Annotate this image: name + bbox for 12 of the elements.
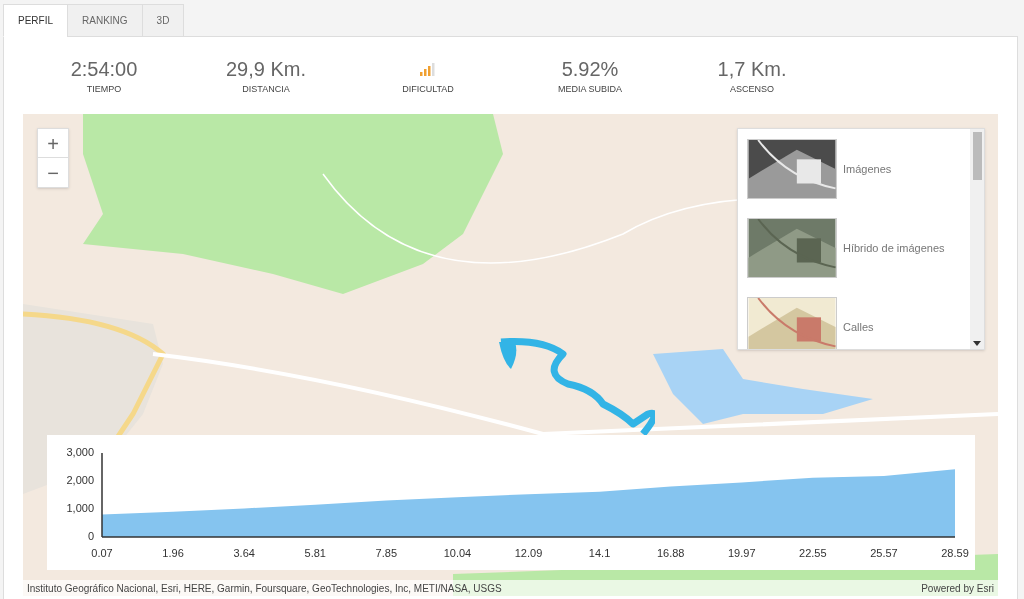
stat-value: 1,7 Km. <box>717 57 787 82</box>
stat-label: DISTANCIA <box>242 83 290 96</box>
tab[interactable]: 3D <box>141 4 185 37</box>
stat-label: DIFICULTAD <box>402 83 454 96</box>
stat-value: 5.92% <box>561 57 619 82</box>
stat-label: MEDIA SUBIDA <box>558 83 622 96</box>
stat-label: TIEMPO <box>86 83 122 96</box>
stat-label: ASCENSO <box>730 83 774 96</box>
stat-value: 2:54:00 <box>70 57 138 82</box>
tab[interactable]: PERFIL <box>3 4 68 37</box>
stat-value: 29,9 Km. <box>225 57 306 82</box>
tab[interactable]: RANKING <box>67 4 143 37</box>
